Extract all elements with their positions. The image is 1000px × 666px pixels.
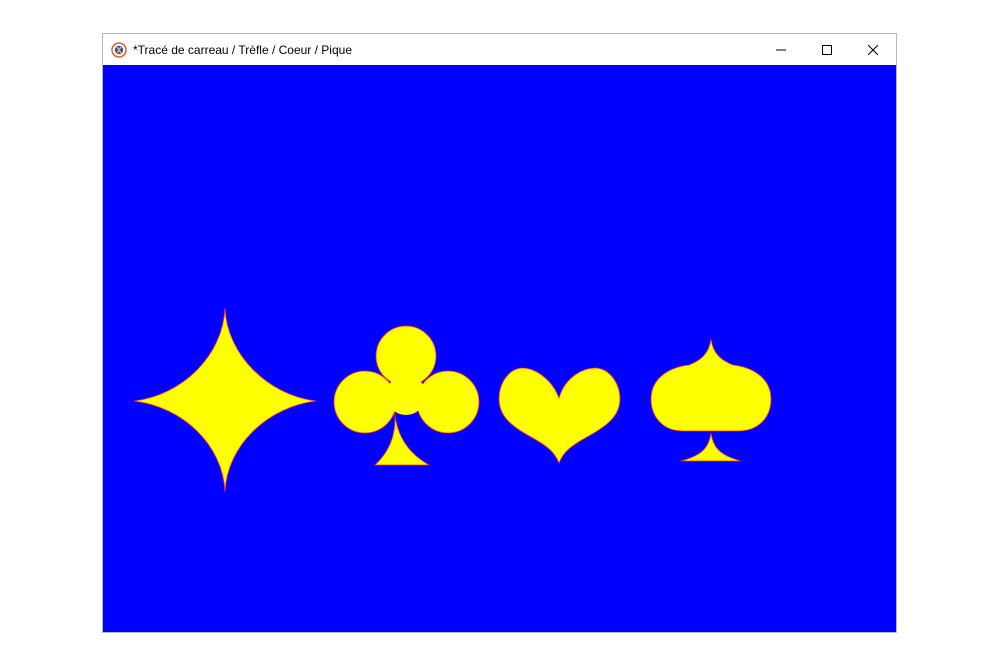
spade-shape: [650, 338, 772, 462]
maximize-icon: [822, 44, 832, 55]
club-shape: [333, 325, 480, 466]
diamond-shape: [133, 307, 317, 493]
minimize-icon: [776, 49, 786, 50]
heart-shape: [498, 367, 621, 465]
turtle-canvas[interactable]: [103, 65, 896, 632]
app-window: *Tracé de carreau / Trèfle / Coeur / Piq…: [102, 33, 897, 633]
close-button[interactable]: [850, 34, 896, 65]
minimize-button[interactable]: [758, 34, 804, 65]
title-bar[interactable]: *Tracé de carreau / Trèfle / Coeur / Piq…: [103, 34, 896, 65]
python-turtle-icon[interactable]: [111, 41, 127, 58]
close-icon: [868, 44, 878, 55]
window-controls: [758, 34, 896, 65]
maximize-button[interactable]: [804, 34, 850, 65]
window-title: *Tracé de carreau / Trèfle / Coeur / Piq…: [133, 42, 352, 57]
